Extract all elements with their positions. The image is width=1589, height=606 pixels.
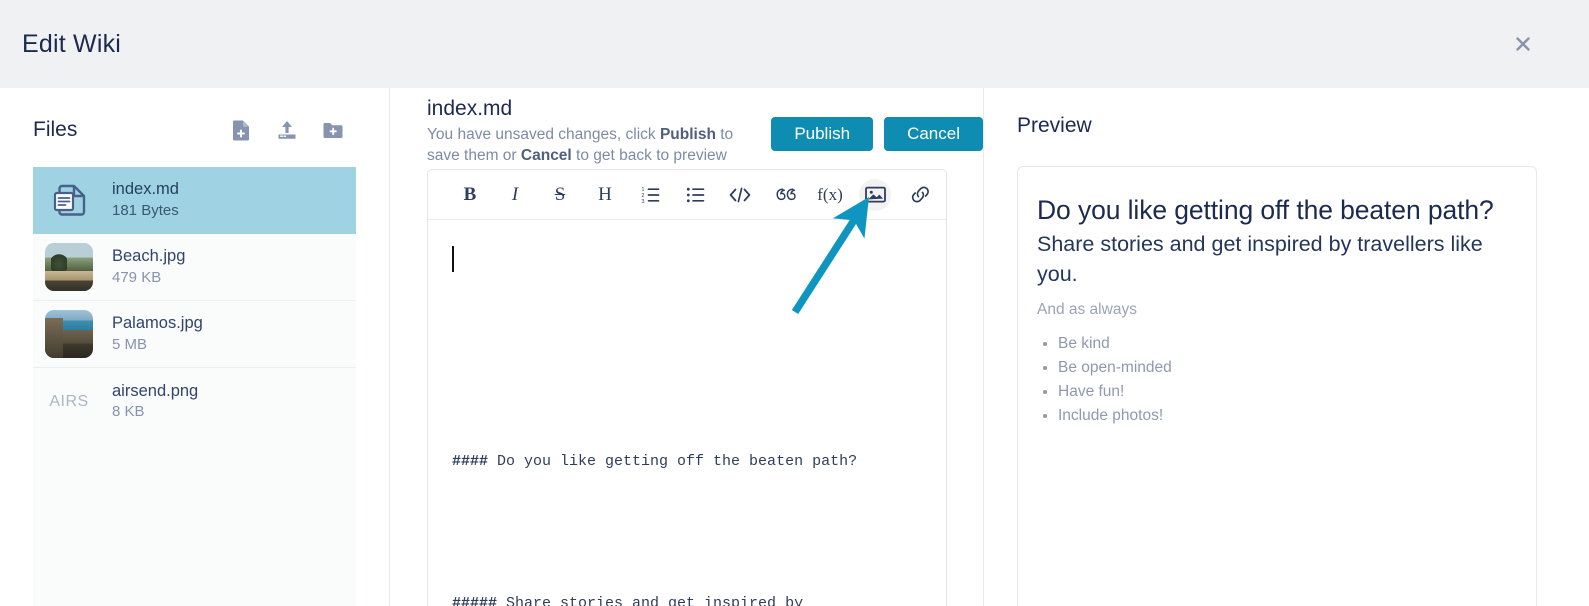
md-h5-hashes: #####: [452, 594, 498, 606]
hint-part-3: to get back to preview: [571, 147, 727, 164]
md-line-heading-5: ##### Share stories and get inspired by: [452, 592, 926, 606]
bullet-list-icon[interactable]: [679, 179, 711, 211]
edit-wiki-dialog: Edit Wiki Files index.md 181 Bytes Beach…: [0, 0, 1589, 606]
link-icon[interactable]: [904, 179, 936, 211]
file-list-item-palamos-jpg[interactable]: Palamos.jpg 5 MB: [33, 301, 356, 368]
close-icon[interactable]: [1509, 30, 1537, 58]
file-meta: index.md 181 Bytes: [112, 179, 179, 220]
md-h5-text-a: Share stories and get inspired by: [497, 594, 804, 606]
file-name: airsend.png: [112, 381, 199, 400]
editor-toolbar: B I S H 1 2 3 f(x): [428, 170, 946, 220]
file-name: Beach.jpg: [112, 247, 186, 266]
upload-icon[interactable]: [276, 119, 298, 141]
list-item: Include photos!: [1058, 404, 1516, 428]
publish-button[interactable]: Publish: [771, 117, 874, 151]
preview-subtitle-h5: Share stories and get inspired by travel…: [1037, 232, 1483, 286]
list-item: Have fun!: [1058, 380, 1516, 404]
svg-text:3: 3: [641, 198, 644, 203]
hint-cancel-bold: Cancel: [520, 147, 572, 164]
files-heading: Files: [33, 118, 78, 141]
list-item: Be open-minded: [1058, 356, 1516, 380]
file-list-item-beach-jpg[interactable]: Beach.jpg 479 KB: [33, 234, 356, 301]
file-meta: Palamos.jpg 5 MB: [112, 313, 203, 354]
hint-part-1: You have unsaved changes, click: [427, 126, 660, 143]
file-name: index.md: [112, 180, 179, 199]
unsaved-changes-hint: You have unsaved changes, click Publish …: [427, 124, 767, 166]
image-thumbnail-palamos: [45, 310, 93, 358]
new-file-icon[interactable]: [230, 119, 252, 141]
md-line-blank-3: [452, 521, 926, 545]
heading-icon[interactable]: H: [589, 179, 621, 211]
code-icon[interactable]: [724, 179, 756, 211]
file-size: 8 KB: [112, 403, 145, 421]
formula-icon[interactable]: f(x): [814, 179, 846, 211]
preview-bullet-list: Be kind Be open-minded Have fun! Include…: [1037, 332, 1516, 428]
md-h4-hashes: ####: [452, 453, 489, 471]
text-cursor: [452, 246, 454, 272]
file-size: 479 KB: [112, 268, 162, 286]
preview-title-h4: Do you like getting off the beaten path?: [1037, 195, 1494, 225]
file-list-item-index-md[interactable]: index.md 181 Bytes: [33, 167, 356, 234]
preview-paragraph: And as always: [1037, 301, 1137, 318]
italic-icon[interactable]: I: [499, 179, 531, 211]
quote-icon[interactable]: [769, 179, 801, 211]
md-h4-text: Do you like getting off the beaten path?: [488, 453, 858, 471]
md-line-blank-1: [452, 309, 926, 333]
editor-action-buttons: Publish Cancel: [771, 117, 983, 151]
preview-heading: Preview: [1017, 114, 1092, 137]
preview-pane: Preview Do you like getting off the beat…: [984, 88, 1589, 606]
image-icon[interactable]: [859, 178, 891, 211]
cancel-button[interactable]: Cancel: [884, 117, 983, 151]
file-name: Palamos.jpg: [112, 314, 203, 333]
strikethrough-icon[interactable]: S: [544, 179, 576, 211]
file-meta: airsend.png 8 KB: [112, 381, 198, 422]
file-list-item-airsend-png[interactable]: AIRS airsend.png 8 KB: [33, 368, 356, 435]
files-sidebar: Files index.md 181 Bytes Beach.jpg 479 K…: [0, 88, 389, 606]
document-icon: [45, 176, 93, 224]
hint-publish-bold: Publish: [659, 126, 716, 143]
files-header: Files: [33, 110, 356, 150]
markdown-editor-pane: index.md You have unsaved changes, click…: [390, 88, 983, 606]
md-line-blank-2: [452, 380, 926, 404]
new-folder-icon[interactable]: [322, 119, 344, 141]
dialog-body: Files index.md 181 Bytes Beach.jpg 479 K…: [0, 88, 1589, 606]
editor-header: index.md You have unsaved changes, click…: [427, 96, 983, 170]
files-actions: [230, 119, 356, 141]
file-size: 181 Bytes: [112, 201, 179, 219]
file-list: index.md 181 Bytes Beach.jpg 479 KB Pala…: [33, 167, 356, 606]
ordered-list-icon[interactable]: 1 2 3: [634, 179, 666, 211]
file-meta: Beach.jpg 479 KB: [112, 246, 185, 287]
airsend-logo-thumbnail: AIRS: [49, 392, 89, 410]
md-line-heading-4: #### Do you like getting off the beaten …: [452, 450, 926, 474]
page-title: Edit Wiki: [22, 29, 122, 58]
file-size: 5 MB: [112, 335, 148, 353]
editor-box: B I S H 1 2 3 f(x) #### Do you like gett…: [427, 169, 947, 606]
image-thumbnail-beach: [45, 243, 93, 291]
bold-icon[interactable]: B: [454, 179, 486, 211]
dialog-titlebar: Edit Wiki: [0, 0, 1589, 88]
markdown-textarea[interactable]: #### Do you like getting off the beaten …: [428, 220, 946, 606]
preview-card: Do you like getting off the beaten path?…: [1017, 166, 1537, 606]
list-item: Be kind: [1058, 332, 1516, 356]
